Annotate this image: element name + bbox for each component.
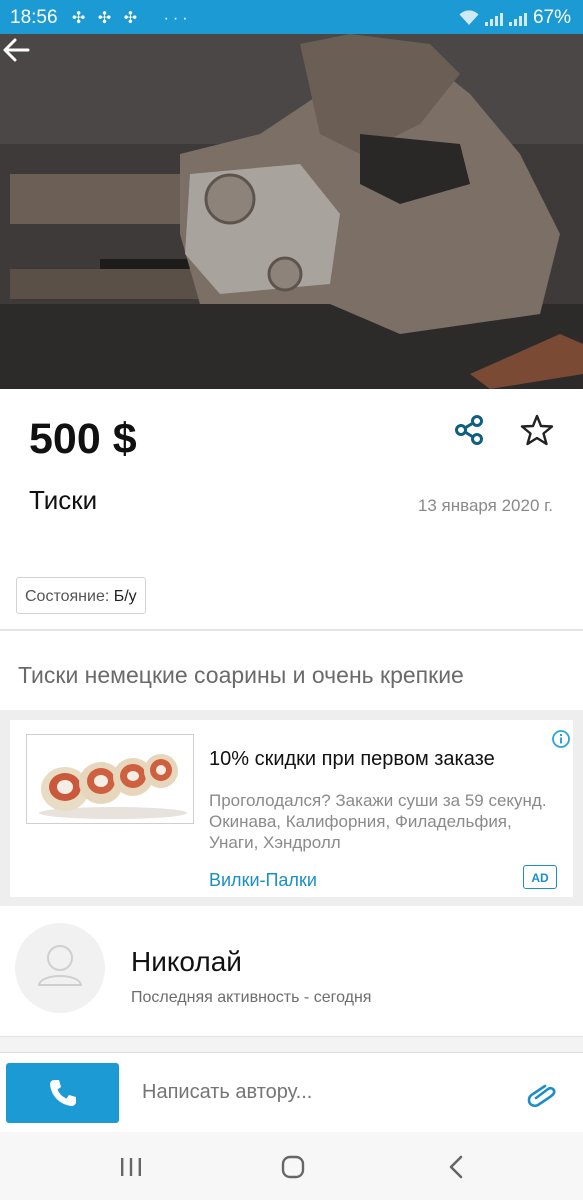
message-input[interactable] (142, 1081, 502, 1104)
ad-card[interactable]: 10% скидки при первом заказе Проголодалс… (10, 720, 573, 897)
ad-text: Проголодался? Закажи суши за 59 секунд. … (209, 791, 547, 852)
listing-description: Тиски немецкие соарины и очень крепкие (18, 662, 464, 688)
photo-gallery[interactable] (0, 34, 583, 389)
paperclip-icon[interactable] (526, 1081, 558, 1107)
system-nav-bar (0, 1132, 583, 1200)
ad-section: 10% скидки при первом заказе Проголодалс… (0, 710, 583, 906)
ad-badge: AD (523, 865, 557, 889)
wifi-icon (459, 10, 479, 25)
call-button[interactable] (6, 1063, 119, 1123)
status-bar: 18:56 ✣ ✣ ✣ ··· 67% (0, 0, 583, 34)
status-right: 67% (459, 7, 571, 29)
seller-activity: Последняя активность - сегодня (131, 989, 372, 1006)
status-time: 18:56 (10, 7, 58, 28)
condition-chip: Состояние: Б/у (16, 577, 146, 614)
notification-icons: ✣ ✣ ✣ ··· (72, 10, 192, 27)
condition-label: Состояние: (25, 588, 110, 605)
battery-percent: 67% (532, 7, 571, 28)
recent-apps-icon[interactable] (116, 1152, 146, 1182)
seller-name[interactable]: Николай (131, 946, 242, 978)
nav-back-icon[interactable] (442, 1152, 472, 1182)
phone-icon (50, 1080, 76, 1106)
listing-price: 500 $ (29, 415, 137, 463)
ad-image[interactable] (26, 734, 194, 824)
info-icon[interactable] (552, 730, 570, 748)
avatar[interactable] (15, 923, 105, 1013)
divider (0, 1036, 583, 1053)
divider (0, 629, 583, 631)
signal-icon (484, 10, 503, 26)
sushi-image (27, 735, 193, 823)
user-placeholder-icon (37, 945, 83, 986)
contact-bar (0, 1052, 583, 1133)
share-icon[interactable] (452, 414, 486, 446)
condition-value: Б/у (113, 588, 137, 605)
signal-icon-2 (508, 10, 527, 26)
listing-date: 13 января 2020 г. (417, 496, 553, 515)
ad-title[interactable]: 10% скидки при первом заказе (209, 748, 495, 771)
seller-section[interactable]: Николай Последняя активность - сегодня (0, 906, 583, 1036)
home-icon[interactable] (278, 1152, 308, 1182)
back-arrow-icon[interactable] (0, 34, 32, 66)
ad-brand-link[interactable]: Вилки-Палки (209, 870, 317, 891)
listing-title: Тиски (29, 485, 98, 515)
favorite-star-icon[interactable] (520, 413, 554, 447)
vise-photo (0, 34, 583, 389)
